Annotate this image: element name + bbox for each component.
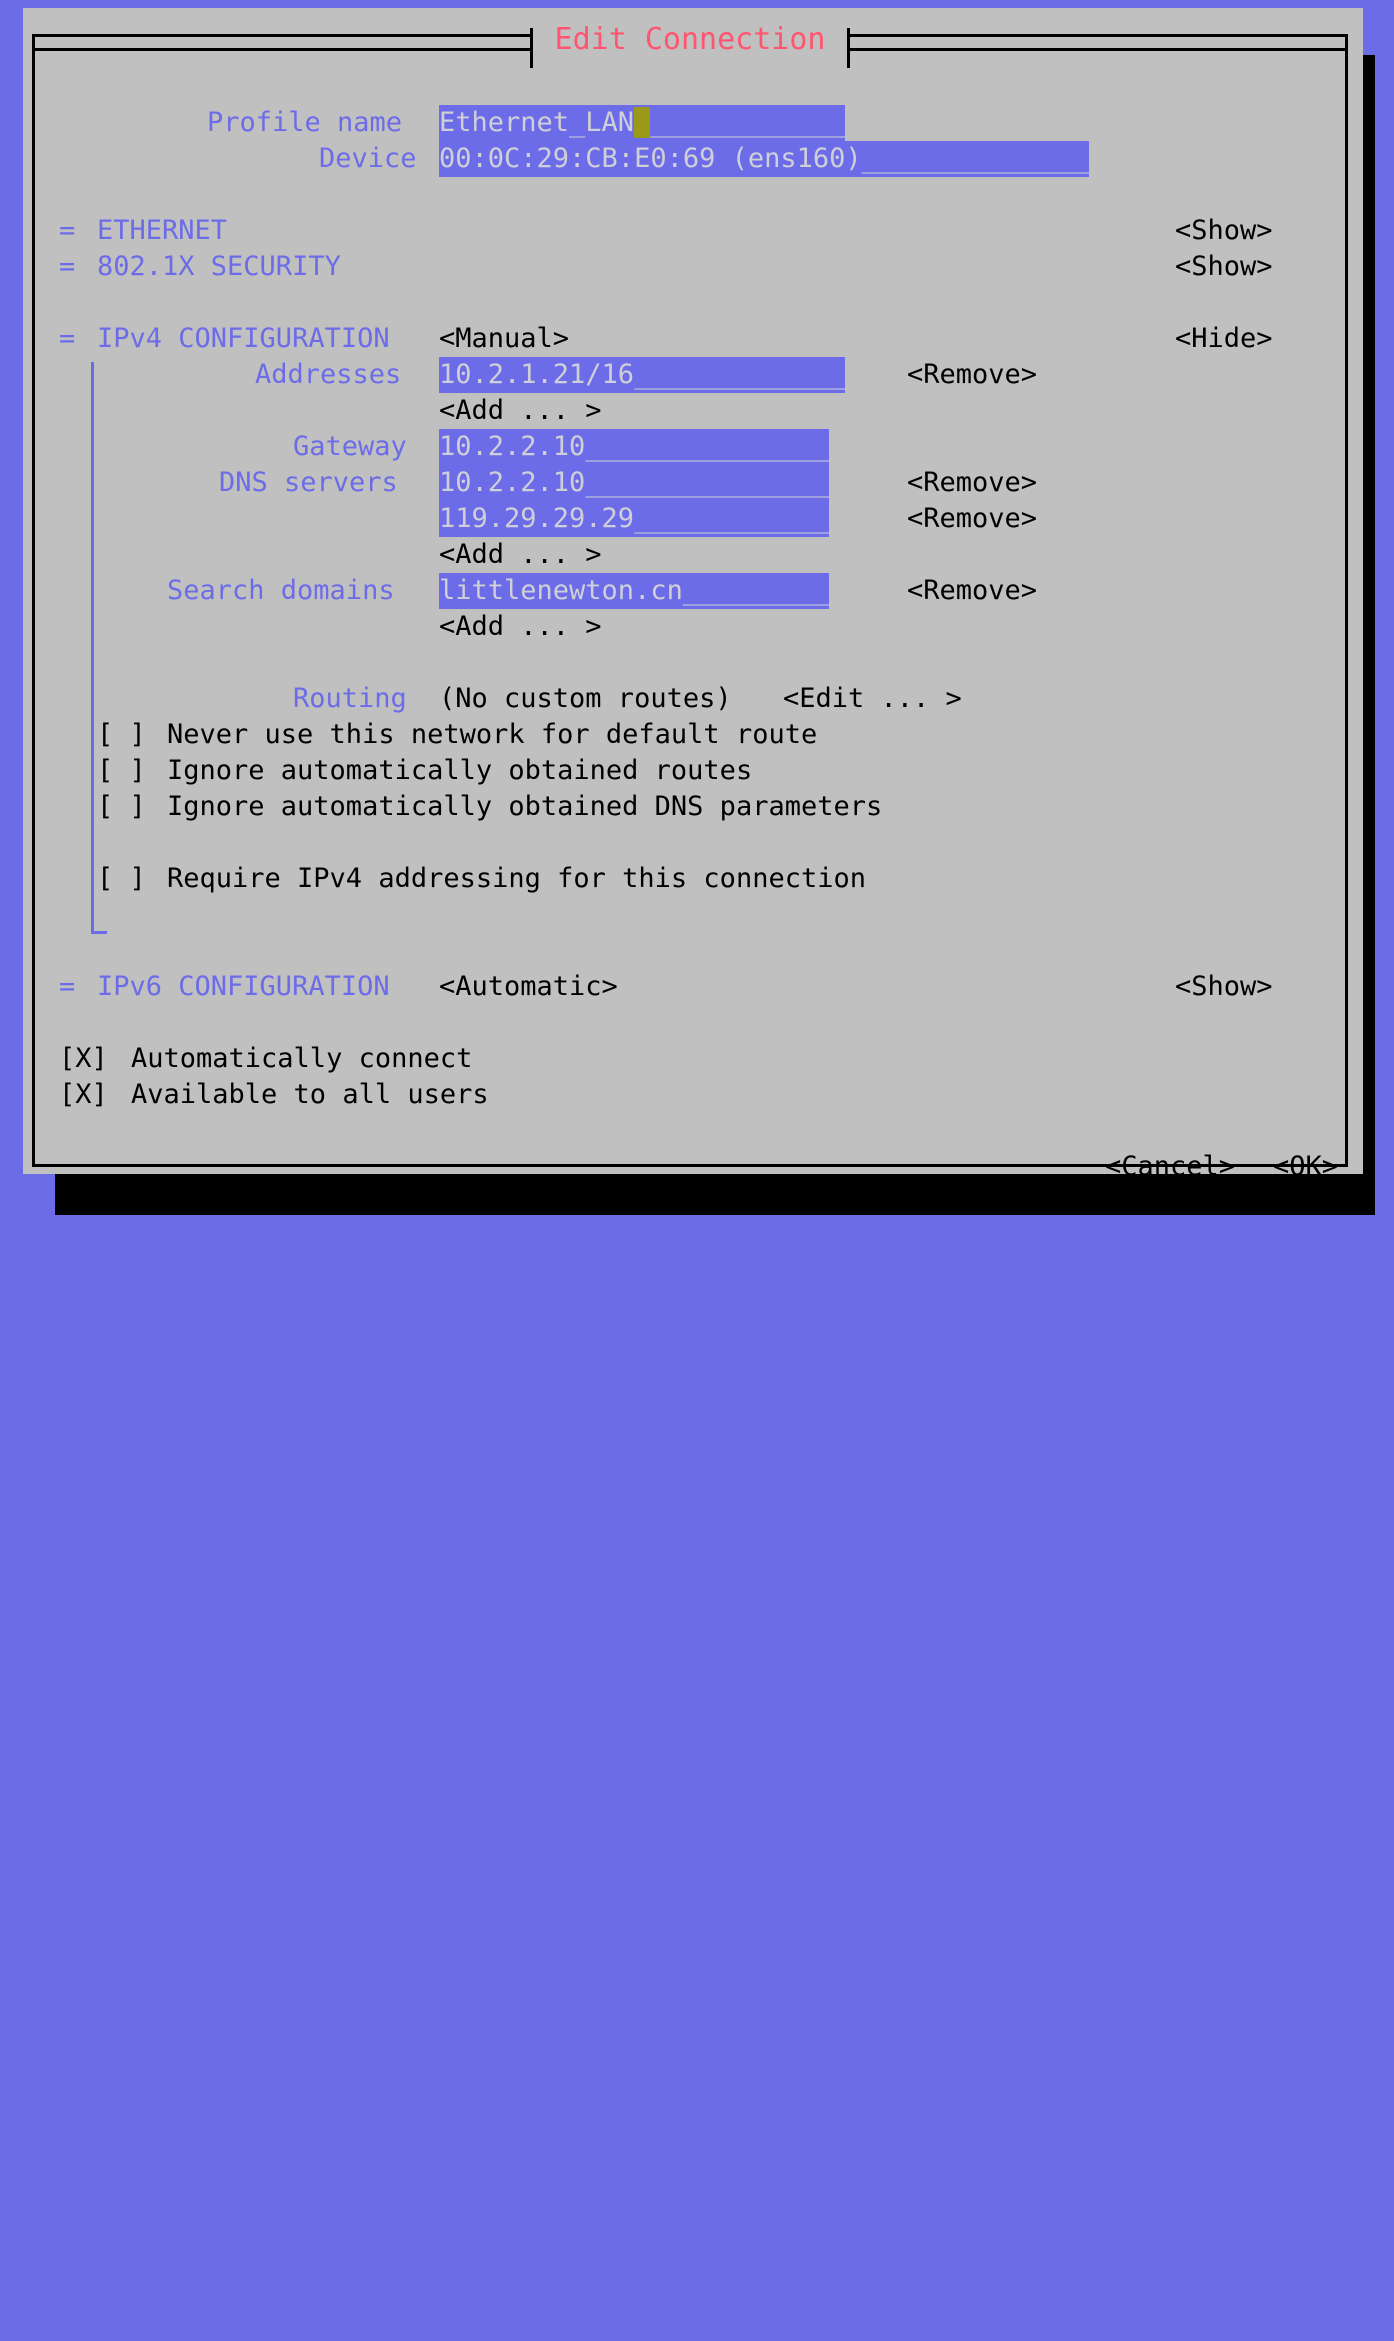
checkbox-automatically-connect-label: Automatically connect [131, 1043, 473, 1074]
dns-remove-button-0[interactable]: <Remove> [907, 465, 1037, 501]
gateway-input[interactable]: 10.2.2.10_______________ [439, 429, 830, 465]
section-ethernet-row: = ETHERNET <Show> [35, 213, 1351, 249]
search-domain-add-button[interactable]: <Add ... > [439, 609, 602, 645]
section-ipv4-row: = IPv4 CONFIGURATION <Manual> <Hide> [35, 321, 1351, 357]
footer-checkbox-row-0[interactable]: [X] Automatically connect [35, 1041, 1351, 1077]
address-padding-0: _____________ [634, 359, 846, 390]
dns-value-0: 10.2.2.10 [439, 467, 586, 498]
ipv4-collapse-marker[interactable]: = [59, 321, 75, 357]
device-input[interactable]: 00:0C:29:CB:E0:69 (ens160)______________ [439, 141, 1090, 177]
gateway-value: 10.2.2.10 [439, 431, 586, 462]
checkbox-never-default-route-label: Never use this network for default route [167, 719, 818, 750]
profile-name-input[interactable]: Ethernet_LAN ____________ [439, 105, 846, 141]
gateway-label: Gateway [293, 431, 407, 462]
address-input-0[interactable]: 10.2.1.21/16_____________ [439, 357, 846, 393]
dialog-action-row: <Cancel> <OK> [35, 1149, 1351, 1185]
titlebar-rule-right [850, 47, 1348, 51]
dns-servers-label: DNS servers [219, 467, 398, 498]
edit-connection-dialog: Profile name Ethernet_LAN ____________ De… [23, 8, 1363, 1182]
address-value-0: 10.2.1.21/16 [439, 359, 635, 390]
ipv4-search-domain-row-0: Search domains littlenewton.cn_________ <R… [35, 573, 1351, 609]
dialog-content: Profile name Ethernet_LAN ____________ De… [35, 37, 1351, 1182]
profile-name-label: Profile name [207, 107, 403, 138]
dns-value-1: 119.29.29.29 [439, 503, 635, 534]
cancel-button[interactable]: <Cancel> [1105, 1149, 1235, 1185]
text-cursor [634, 107, 651, 138]
checkbox-require-ipv4-label: Require IPv4 addressing for this connect… [167, 863, 866, 894]
checkbox-ignore-auto-routes-box[interactable]: [ ] [97, 753, 146, 789]
ipv4-dns-row-0: DNS servers 10.2.2.10_______________ <Remo… [35, 465, 1351, 501]
ipv4-address-row: Addresses 10.2.1.21/16_____________ <Remov… [35, 357, 1351, 393]
routing-label: Routing [293, 683, 407, 714]
titlebar-rule-left [32, 47, 530, 51]
checkbox-require-ipv4-box[interactable]: [ ] [97, 861, 146, 897]
search-domain-padding-0: _________ [682, 575, 830, 606]
dialog-title: Edit Connection [532, 17, 848, 63]
dns-padding-0: _______________ [585, 467, 830, 498]
ipv4-dns-row-1: 119.29.29.29____________ <Remove> [35, 501, 1351, 537]
profile-name-value: Ethernet_LAN [439, 107, 635, 138]
checkbox-ignore-auto-dns-label: Ignore automatically obtained DNS parame… [167, 791, 883, 822]
security-section-label: 802.1X SECURITY [97, 251, 341, 282]
desktop-background: Profile name Ethernet_LAN ____________ De… [0, 0, 1394, 1215]
ok-button[interactable]: <OK> [1273, 1149, 1338, 1185]
dns-input-0[interactable]: 10.2.2.10_______________ [439, 465, 830, 501]
ethernet-section-label: ETHERNET [97, 215, 228, 246]
section-8021x-row: = 802.1X SECURITY <Show> [35, 249, 1351, 285]
profile-name-row: Profile name Ethernet_LAN ____________ [35, 105, 1351, 141]
checkbox-available-all-users-label: Available to all users [131, 1079, 489, 1110]
routing-value: (No custom routes) [439, 683, 732, 714]
device-row: Device 00:0C:29:CB:E0:69 (ens160)________… [35, 141, 1351, 177]
ipv4-checkbox-row-3[interactable]: [ ] Require IPv4 addressing for this conn… [35, 861, 1351, 897]
search-domain-remove-button-0[interactable]: <Remove> [907, 573, 1037, 609]
ipv4-checkbox-row-2[interactable]: [ ] Ignore automatically obtained DNS par… [35, 789, 1351, 825]
ipv6-expand-marker[interactable]: = [59, 969, 75, 1005]
dns-padding-1: ____________ [634, 503, 830, 534]
ipv4-address-add-row: <Add ... > [35, 393, 1351, 429]
ipv4-checkbox-row-1[interactable]: [ ] Ignore automatically obtained routes [35, 753, 1351, 789]
search-domain-input-0[interactable]: littlenewton.cn_________ [439, 573, 830, 609]
checkbox-available-all-users-box[interactable]: [X] [59, 1077, 108, 1113]
checkbox-never-default-route-box[interactable]: [ ] [97, 717, 146, 753]
ipv4-checkbox-row-0[interactable]: [ ] Never use this network for default ro… [35, 717, 1351, 753]
address-remove-button-0[interactable]: <Remove> [907, 357, 1037, 393]
search-domains-label: Search domains [167, 575, 395, 606]
routing-edit-button[interactable]: <Edit ... > [783, 681, 962, 717]
device-value: 00:0C:29:CB:E0:69 (ens160) [439, 143, 862, 174]
profile-name-padding: ____________ [650, 107, 846, 138]
ipv4-method-select[interactable]: <Manual> [439, 321, 569, 357]
dialog-titlebar: Edit Connection [32, 16, 1348, 68]
ipv4-dns-add-row: <Add ... > [35, 537, 1351, 573]
dns-input-1[interactable]: 119.29.29.29____________ [439, 501, 830, 537]
ipv6-section-label: IPv6 CONFIGURATION [97, 971, 390, 1002]
gateway-padding: _______________ [585, 431, 830, 462]
ethernet-expand-marker[interactable]: = [59, 213, 75, 249]
device-padding: ______________ [861, 143, 1090, 174]
security-show-button[interactable]: <Show> [1175, 249, 1273, 285]
ipv6-show-button[interactable]: <Show> [1175, 969, 1273, 1005]
ipv4-section-label: IPv4 CONFIGURATION [97, 323, 390, 354]
security-expand-marker[interactable]: = [59, 249, 75, 285]
section-ipv6-row: = IPv6 CONFIGURATION <Automatic> <Show> [35, 969, 1351, 1005]
ipv4-search-domain-add-row: <Add ... > [35, 609, 1351, 645]
ipv4-gateway-row: Gateway 10.2.2.10_______________ [35, 429, 1351, 465]
device-label: Device [319, 143, 417, 174]
addresses-label: Addresses [255, 359, 402, 390]
search-domain-value-0: littlenewton.cn [439, 575, 683, 606]
dns-remove-button-1[interactable]: <Remove> [907, 501, 1037, 537]
ipv6-method-select[interactable]: <Automatic> [439, 969, 618, 1005]
checkbox-ignore-auto-routes-label: Ignore automatically obtained routes [167, 755, 753, 786]
footer-checkbox-row-1[interactable]: [X] Available to all users [35, 1077, 1351, 1113]
ethernet-show-button[interactable]: <Show> [1175, 213, 1273, 249]
checkbox-automatically-connect-box[interactable]: [X] [59, 1041, 108, 1077]
checkbox-ignore-auto-dns-box[interactable]: [ ] [97, 789, 146, 825]
ipv4-hide-button[interactable]: <Hide> [1175, 321, 1273, 357]
dns-add-button[interactable]: <Add ... > [439, 537, 602, 573]
ipv4-routing-row: Routing (No custom routes) <Edit ... > [35, 681, 1351, 717]
address-add-button[interactable]: <Add ... > [439, 393, 602, 429]
dialog-frame: Profile name Ethernet_LAN ____________ De… [32, 34, 1351, 1182]
